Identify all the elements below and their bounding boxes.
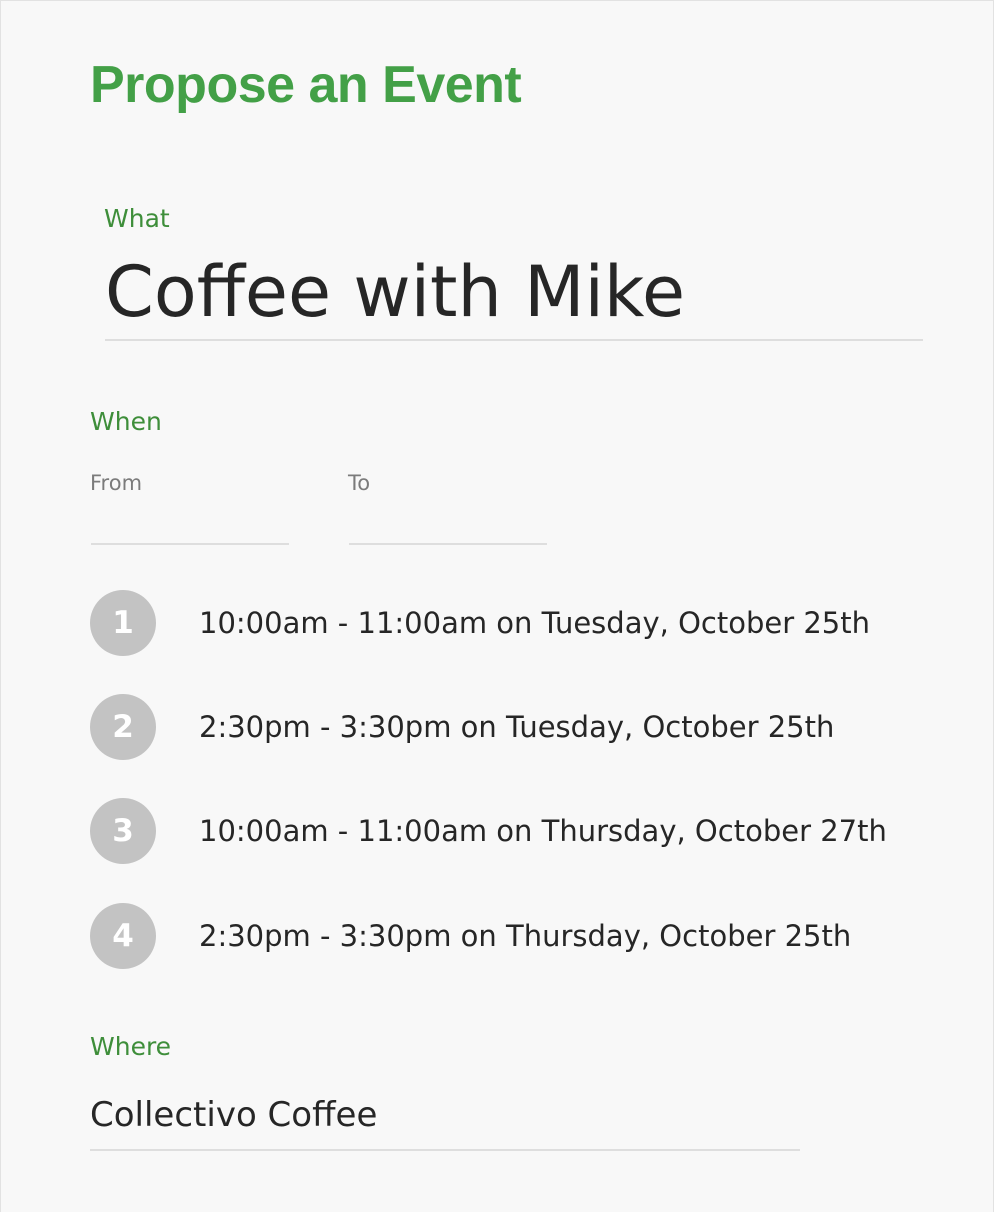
from-label: From (90, 471, 143, 495)
option-text: 10:00am - 11:00am on Thursday, October 2… (199, 814, 887, 848)
time-option-2[interactable]: 2 2:30pm - 3:30pm on Tuesday, October 25… (90, 694, 950, 760)
what-label: What (104, 204, 170, 233)
when-label: When (90, 407, 162, 436)
option-number-badge: 4 (90, 903, 156, 969)
option-text: 2:30pm - 3:30pm on Tuesday, October 25th (199, 710, 835, 744)
time-option-3[interactable]: 3 10:00am - 11:00am on Thursday, October… (90, 798, 950, 864)
option-number-badge: 3 (90, 798, 156, 864)
time-option-4[interactable]: 4 2:30pm - 3:30pm on Thursday, October 2… (90, 903, 950, 969)
option-text: 2:30pm - 3:30pm on Thursday, October 25t… (199, 919, 852, 953)
where-label: Where (90, 1032, 172, 1061)
option-text: 10:00am - 11:00am on Tuesday, October 25… (199, 606, 870, 640)
option-number-badge: 1 (90, 590, 156, 656)
time-option-1[interactable]: 1 10:00am - 11:00am on Tuesday, October … (90, 590, 950, 656)
to-input[interactable] (349, 505, 547, 545)
propose-event-card: Propose an Event What When From To 1 10:… (0, 0, 994, 1212)
from-input[interactable] (91, 505, 289, 545)
where-input[interactable] (90, 1081, 800, 1151)
to-label: To (348, 471, 371, 495)
what-input[interactable] (105, 245, 923, 341)
option-number-badge: 2 (90, 694, 156, 760)
page-title: Propose an Event (90, 56, 522, 114)
